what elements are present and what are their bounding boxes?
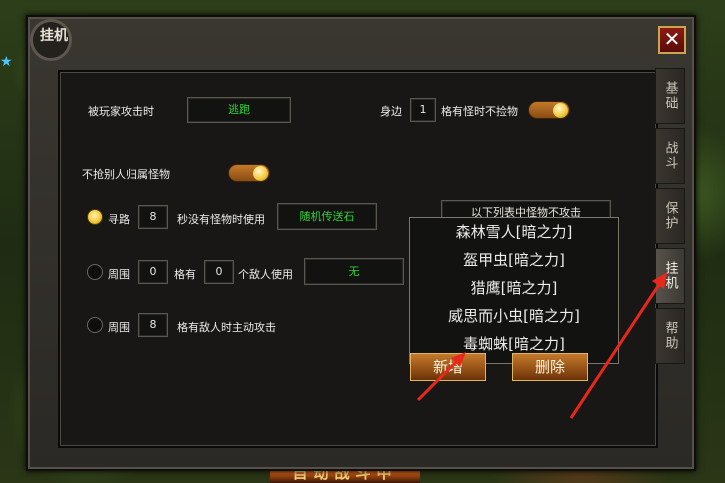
annotation-arrows bbox=[416, 272, 667, 419]
arrow-to-tab-icon bbox=[569, 272, 667, 419]
arrow-to-add-button-icon bbox=[416, 352, 466, 402]
